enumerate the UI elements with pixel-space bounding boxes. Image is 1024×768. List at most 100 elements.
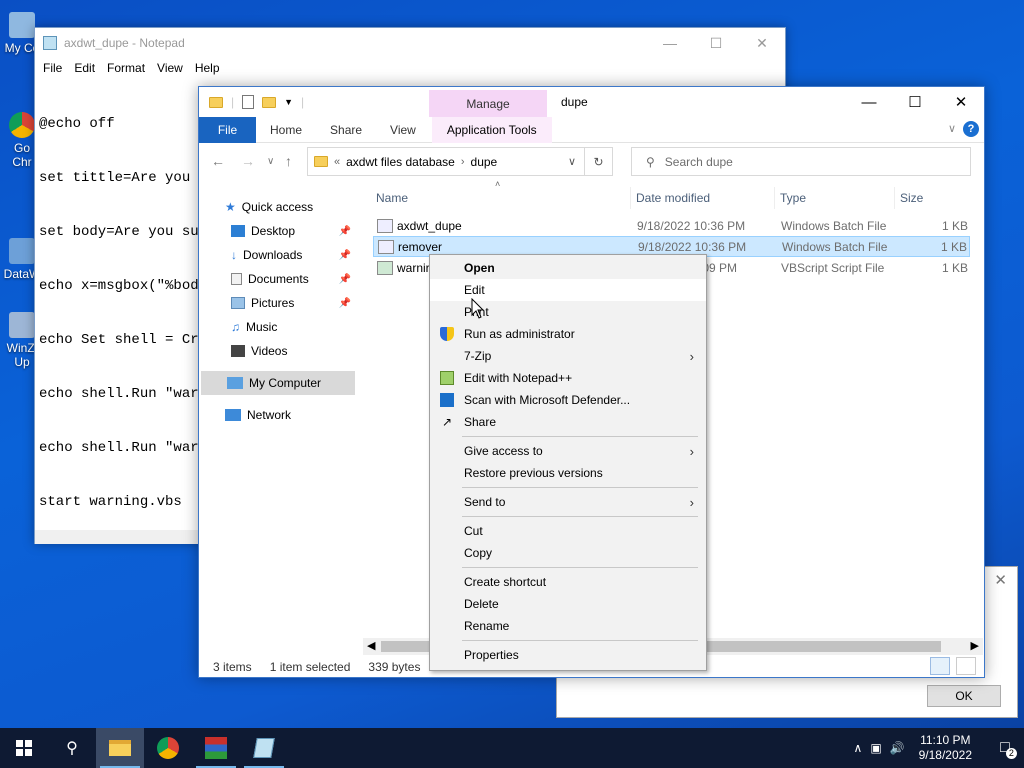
breadcrumb-parent[interactable]: axdwt files database [346, 155, 455, 169]
taskbar-chrome[interactable] [144, 728, 192, 768]
column-date-modified[interactable]: Date modified [631, 187, 775, 209]
nav-network[interactable]: Network [199, 403, 355, 427]
new-folder-icon[interactable] [262, 96, 277, 108]
taskbar-winrar[interactable] [192, 728, 240, 768]
computer-icon [227, 377, 243, 389]
refresh-button[interactable]: ↻ [585, 147, 613, 176]
status-bar: 3 items 1 item selected 339 bytes [213, 660, 420, 674]
computer-icon [9, 12, 35, 38]
ok-button[interactable]: OK [927, 685, 1001, 707]
start-button[interactable] [0, 728, 48, 768]
notepad-text-area[interactable]: @echo off set tittle=Are you s set body=… [39, 79, 207, 547]
nav-downloads[interactable]: ↓ Downloads 📌 [199, 243, 355, 267]
nav-my-computer[interactable]: My Computer [201, 371, 355, 395]
menu-item-send-to[interactable]: Send to › [430, 491, 706, 513]
back-arrow-icon[interactable]: ← [211, 153, 225, 169]
menu-item-open[interactable]: Open [430, 257, 706, 279]
maximize-button[interactable]: ☐ [892, 87, 938, 117]
menu-item-label: Run as administrator [464, 327, 575, 341]
menu-item-give-access[interactable]: Give access to › [430, 440, 706, 462]
volume-icon[interactable]: 🔊 [890, 741, 905, 755]
desktop-icon-label: WinZi Up [6, 341, 38, 369]
menu-file[interactable]: File [37, 61, 68, 75]
menu-item-copy[interactable]: Copy [430, 542, 706, 564]
notifications-button[interactable]: □ 2 [986, 739, 1024, 759]
table-row[interactable]: axdwt_dupe 9/18/2022 10:36 PM Windows Ba… [373, 215, 970, 236]
expand-ribbon-icon[interactable]: ∨ [948, 122, 956, 135]
menu-item-edit-notepadpp[interactable]: Edit with Notepad++ [430, 367, 706, 389]
menu-item-7zip[interactable]: 7-Zip › [430, 345, 706, 367]
minimize-button[interactable]: — [647, 28, 693, 58]
breadcrumb-current[interactable]: dupe [471, 155, 498, 169]
up-arrow-icon[interactable]: ↑ [285, 153, 292, 169]
tab-share[interactable]: Share [316, 123, 376, 137]
clock[interactable]: 11:10 PM 9/18/2022 [913, 733, 978, 763]
tab-view[interactable]: View [376, 123, 430, 137]
desktop-icon [231, 225, 245, 237]
menu-edit[interactable]: Edit [68, 61, 101, 75]
menu-item-scan-defender[interactable]: Scan with Microsoft Defender... [430, 389, 706, 411]
search-input[interactable]: ⚲ Search dupe [631, 147, 971, 176]
explorer-titlebar[interactable]: | ▼ | Manage dupe — ☐ ✕ [199, 87, 984, 117]
manage-tab[interactable]: Manage [429, 90, 547, 117]
folder-icon [209, 96, 223, 108]
close-button[interactable]: ✕ [739, 28, 785, 58]
properties-icon[interactable] [242, 95, 255, 109]
breadcrumb-overflow[interactable]: « [334, 156, 340, 168]
chevron-up-icon[interactable]: ∧ [854, 741, 863, 755]
menu-item-cut[interactable]: Cut [430, 520, 706, 542]
close-button[interactable]: ✕ [938, 87, 984, 117]
menu-view[interactable]: View [151, 61, 189, 75]
tab-home[interactable]: Home [256, 123, 316, 137]
search-icon: ⚲ [646, 154, 655, 169]
minimize-button[interactable]: — [846, 87, 892, 117]
tab-application-tools[interactable]: Application Tools [431, 116, 552, 143]
nav-music[interactable]: ♫ Music [199, 315, 355, 339]
nav-documents[interactable]: Documents 📌 [199, 267, 355, 291]
file-name: warnir [397, 260, 430, 275]
nav-quick-access[interactable]: ★ Quick access [199, 195, 355, 219]
menu-item-run-as-administrator[interactable]: Run as administrator [430, 323, 706, 345]
share-icon: ↗ [441, 415, 453, 429]
network-icon[interactable]: ▣ [870, 741, 881, 755]
menu-item-properties[interactable]: Properties [430, 644, 706, 666]
tab-file[interactable]: File [199, 116, 256, 143]
menu-format[interactable]: Format [101, 61, 151, 75]
address-dropdown-icon[interactable]: ∨ [568, 155, 576, 168]
address-bar[interactable]: « axdwt files database › dupe ∨ [307, 147, 585, 176]
column-size[interactable]: Size [895, 187, 972, 209]
menu-item-create-shortcut[interactable]: Create shortcut [430, 571, 706, 593]
notification-count: 2 [1005, 748, 1017, 759]
recent-dropdown-icon[interactable]: ∨ [267, 156, 274, 167]
defender-icon [440, 393, 454, 407]
menu-help[interactable]: Help [189, 61, 226, 75]
shortcut-icon [9, 238, 35, 264]
window-title: dupe [561, 95, 588, 109]
code-line: echo Set shell = Cre [39, 332, 208, 348]
menu-item-share[interactable]: ↗ Share [430, 411, 706, 433]
clock-date: 9/18/2022 [918, 748, 972, 762]
taskbar-notepad[interactable] [240, 728, 288, 768]
search-button[interactable]: ⚲ [48, 728, 96, 768]
column-name[interactable]: Name [371, 187, 631, 209]
customize-dropdown-icon[interactable]: ▼ [284, 97, 293, 107]
menu-item-delete[interactable]: Delete [430, 593, 706, 615]
chevron-right-icon: › [689, 348, 694, 364]
menu-item-rename[interactable]: Rename [430, 615, 706, 637]
maximize-button[interactable]: ☐ [693, 28, 739, 58]
nav-videos[interactable]: Videos [199, 339, 355, 363]
chevron-right-icon[interactable]: › [461, 156, 465, 168]
search-placeholder: Search dupe [664, 154, 733, 169]
taskbar-file-explorer[interactable] [96, 728, 144, 768]
column-type[interactable]: Type [775, 187, 895, 209]
large-icons-view-icon[interactable] [956, 657, 976, 675]
nav-desktop[interactable]: Desktop 📌 [199, 219, 355, 243]
scroll-left-icon[interactable]: ◀ [367, 639, 375, 652]
nav-pictures[interactable]: Pictures 📌 [199, 291, 355, 315]
menu-item-restore-versions[interactable]: Restore previous versions [430, 462, 706, 484]
details-view-icon[interactable] [930, 657, 950, 675]
dialog-close-icon[interactable]: ✕ [994, 571, 1007, 589]
scroll-right-icon[interactable]: ▶ [971, 639, 979, 652]
forward-arrow-icon[interactable]: → [241, 153, 255, 169]
help-icon[interactable]: ? [963, 121, 979, 137]
